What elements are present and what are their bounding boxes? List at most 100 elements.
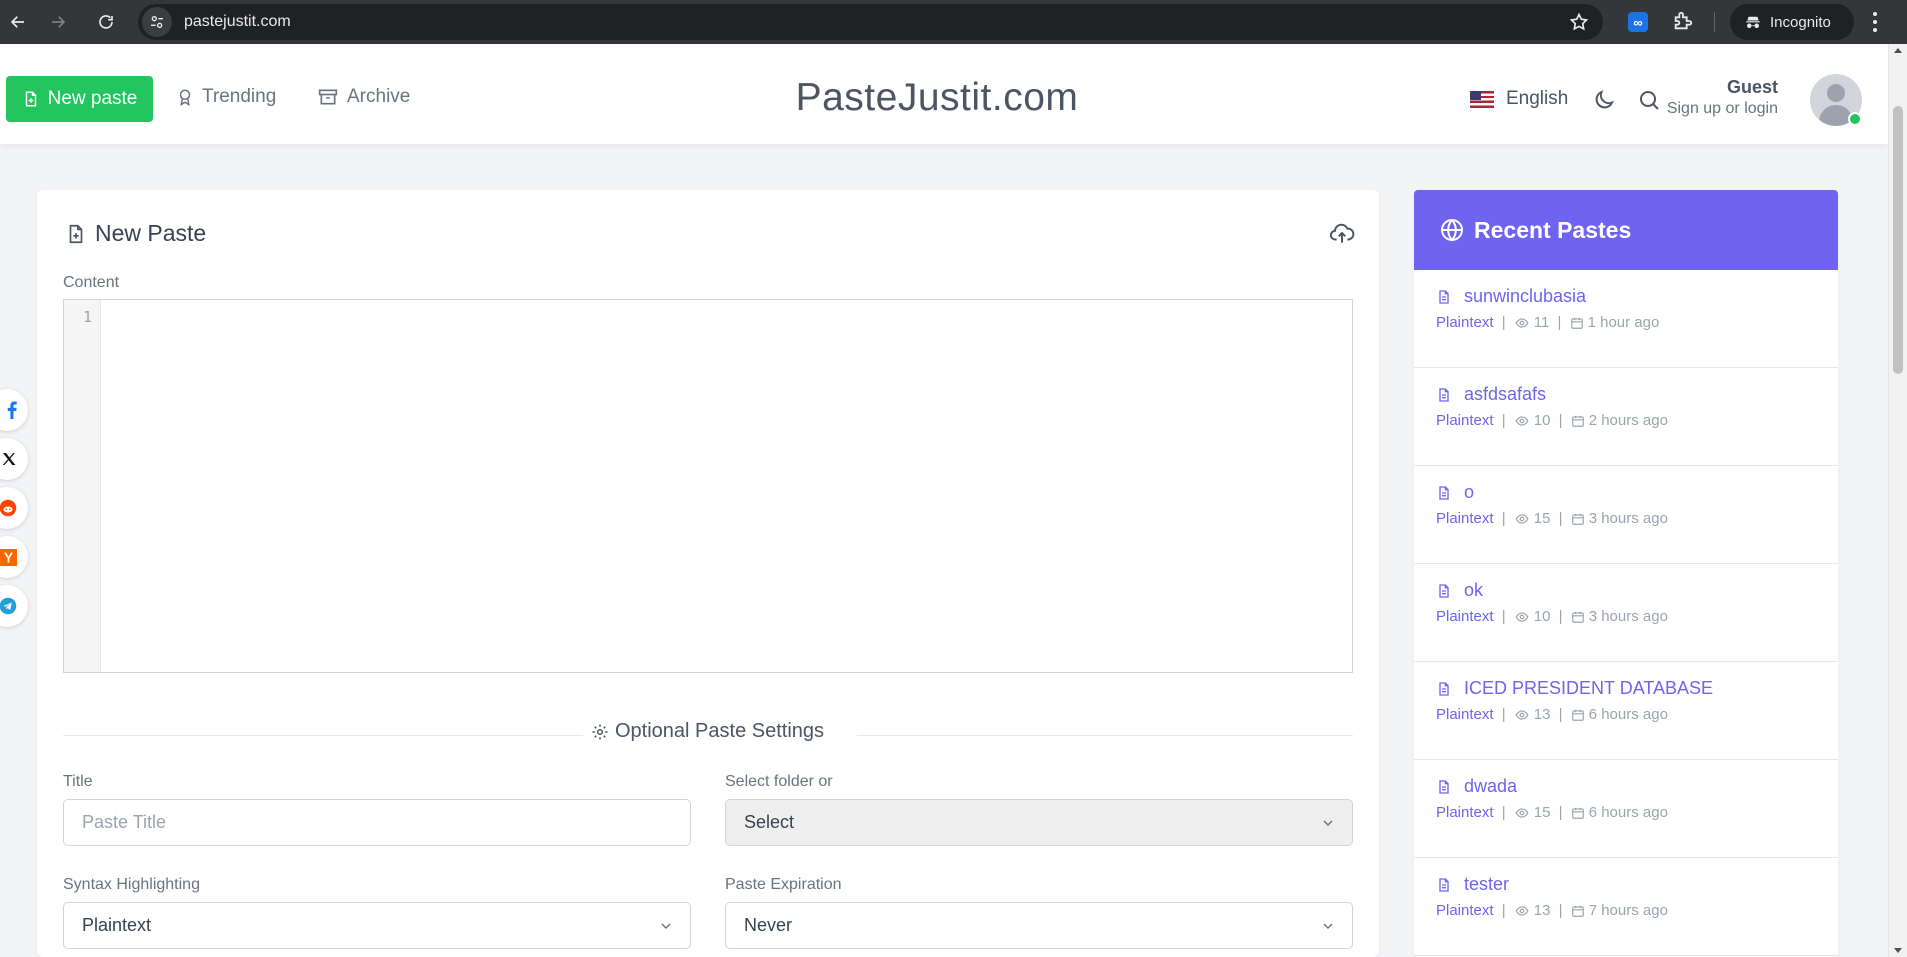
list-item[interactable]: asfdsafafs Plaintext | 10 | 2 hours ago xyxy=(1414,368,1838,466)
paste-meta: Plaintext | 13 | 7 hours ago xyxy=(1436,902,1668,919)
meta-separator: | xyxy=(1497,608,1510,625)
folder-select[interactable]: Select xyxy=(725,799,1353,846)
paste-syntax[interactable]: Plaintext xyxy=(1436,412,1494,429)
paste-syntax[interactable]: Plaintext xyxy=(1436,314,1494,331)
paste-title-link[interactable]: ICED PRESIDENT DATABASE xyxy=(1436,678,1713,699)
paste-syntax[interactable]: Plaintext xyxy=(1436,706,1494,723)
extension-infinity-icon[interactable]: ∞ xyxy=(1628,12,1648,32)
meta-separator: | xyxy=(1554,412,1567,429)
avatar-head xyxy=(1827,84,1845,102)
reload-button[interactable] xyxy=(88,0,124,44)
line-number-gutter: 1 xyxy=(64,300,101,672)
list-item[interactable]: tester Plaintext | 13 | 7 hours ago xyxy=(1414,858,1838,956)
paste-views: 13 xyxy=(1533,902,1551,919)
expiration-select[interactable]: Never xyxy=(725,902,1353,949)
extensions-puzzle-icon[interactable] xyxy=(1672,10,1694,32)
share-telegram[interactable] xyxy=(0,585,28,627)
reload-icon xyxy=(99,15,113,29)
calendar-icon xyxy=(1571,415,1584,427)
share-x[interactable] xyxy=(0,438,28,480)
paste-title: asfdsafafs xyxy=(1464,384,1547,404)
paste-syntax[interactable]: Plaintext xyxy=(1436,804,1494,821)
online-status-dot xyxy=(1848,112,1862,126)
line-number: 1 xyxy=(82,308,92,326)
calendar-icon xyxy=(1571,709,1584,721)
scroll-up-arrow-icon[interactable] xyxy=(1894,48,1902,53)
cloud-upload-icon[interactable] xyxy=(1329,220,1355,246)
browser-toolbar: pastejustit.com ∞ Incognito xyxy=(0,0,1907,44)
eye-icon xyxy=(1515,807,1529,818)
paste-title: o xyxy=(1464,482,1475,502)
chevron-down-icon xyxy=(1323,923,1333,930)
title-input[interactable]: Paste Title xyxy=(63,799,691,846)
paste-title-link[interactable]: sunwinclubasia xyxy=(1436,286,1586,307)
scrollbar-thumb[interactable] xyxy=(1893,106,1903,374)
paste-views: 15 xyxy=(1533,510,1551,527)
paste-meta: Plaintext | 10 | 3 hours ago xyxy=(1436,608,1668,625)
paste-time: 3 hours ago xyxy=(1588,510,1668,527)
calendar-icon xyxy=(1571,611,1584,623)
address-bar[interactable]: pastejustit.com xyxy=(138,4,1603,40)
paste-time: 7 hours ago xyxy=(1588,902,1668,919)
calendar-icon xyxy=(1571,807,1584,819)
chevron-down-icon xyxy=(1323,820,1333,827)
user-name[interactable]: Guest xyxy=(1727,77,1778,98)
paste-syntax[interactable]: Plaintext xyxy=(1436,608,1494,625)
share-reddit[interactable] xyxy=(0,487,28,529)
back-button[interactable] xyxy=(0,0,36,44)
file-text-icon xyxy=(1439,387,1449,402)
share-hackernews[interactable] xyxy=(0,536,28,578)
list-item[interactable]: o Plaintext | 15 | 3 hours ago xyxy=(1414,466,1838,564)
paste-title-link[interactable]: dwada xyxy=(1436,776,1517,797)
search-icon[interactable] xyxy=(1637,88,1661,112)
paste-syntax[interactable]: Plaintext xyxy=(1436,902,1494,919)
tune-icon xyxy=(151,15,163,28)
settings-divider-right xyxy=(857,735,1353,736)
paste-time: 3 hours ago xyxy=(1588,608,1668,625)
share-facebook[interactable] xyxy=(0,389,28,431)
calendar-icon xyxy=(1570,317,1583,329)
globe-icon xyxy=(1441,219,1463,241)
url-text: pastejustit.com xyxy=(184,13,291,30)
paste-time: 6 hours ago xyxy=(1588,706,1668,723)
list-item[interactable]: ok Plaintext | 10 | 3 hours ago xyxy=(1414,564,1838,662)
paste-title-link[interactable]: ok xyxy=(1436,580,1483,601)
recent-pastes-title: Recent Pastes xyxy=(1474,216,1632,243)
file-text-icon xyxy=(1439,877,1449,892)
dark-mode-moon-icon[interactable] xyxy=(1592,88,1616,112)
paste-title-link[interactable]: asfdsafafs xyxy=(1436,384,1546,405)
meta-separator: | xyxy=(1554,706,1567,723)
incognito-label: Incognito xyxy=(1770,13,1831,31)
paste-time: 2 hours ago xyxy=(1588,412,1668,429)
paste-meta: Plaintext | 13 | 6 hours ago xyxy=(1436,706,1668,723)
list-item[interactable]: sunwinclubasia Plaintext | 11 | 1 hour ag… xyxy=(1414,270,1838,368)
card-title: New Paste xyxy=(65,220,206,247)
syntax-label: Syntax Highlighting xyxy=(63,876,200,893)
scroll-down-arrow-icon[interactable] xyxy=(1894,948,1902,953)
paste-title-link[interactable]: tester xyxy=(1436,874,1509,895)
paste-syntax[interactable]: Plaintext xyxy=(1436,510,1494,527)
calendar-icon xyxy=(1571,905,1584,917)
us-flag-icon xyxy=(1470,90,1494,108)
eye-icon xyxy=(1515,905,1529,916)
signup-login-link[interactable]: Sign up or login xyxy=(1667,100,1778,118)
page-scrollbar[interactable] xyxy=(1888,44,1907,957)
card-title-text: New Paste xyxy=(95,220,207,246)
content-editor[interactable]: 1 xyxy=(63,299,1353,673)
syntax-select[interactable]: Plaintext xyxy=(63,902,691,949)
reddit-icon xyxy=(0,499,17,517)
incognito-icon xyxy=(1746,16,1760,28)
browser-menu-icon[interactable] xyxy=(1872,8,1878,36)
content-label: Content xyxy=(63,274,120,291)
meta-separator: | xyxy=(1554,510,1567,527)
paste-title-link[interactable]: o xyxy=(1436,482,1474,503)
forward-button[interactable] xyxy=(40,0,76,44)
meta-separator: | xyxy=(1497,510,1510,527)
list-item[interactable]: dwada Plaintext | 15 | 6 hours ago xyxy=(1414,760,1838,858)
language-selector[interactable]: English xyxy=(1470,88,1568,110)
list-item[interactable]: ICED PRESIDENT DATABASE Plaintext | 13 | … xyxy=(1414,662,1838,760)
site-info-button[interactable] xyxy=(142,7,172,37)
bookmark-star-icon[interactable] xyxy=(1569,12,1589,32)
site-header: New paste Trending Archive PasteJustit.c… xyxy=(0,44,1888,144)
incognito-badge[interactable]: Incognito xyxy=(1730,4,1854,40)
